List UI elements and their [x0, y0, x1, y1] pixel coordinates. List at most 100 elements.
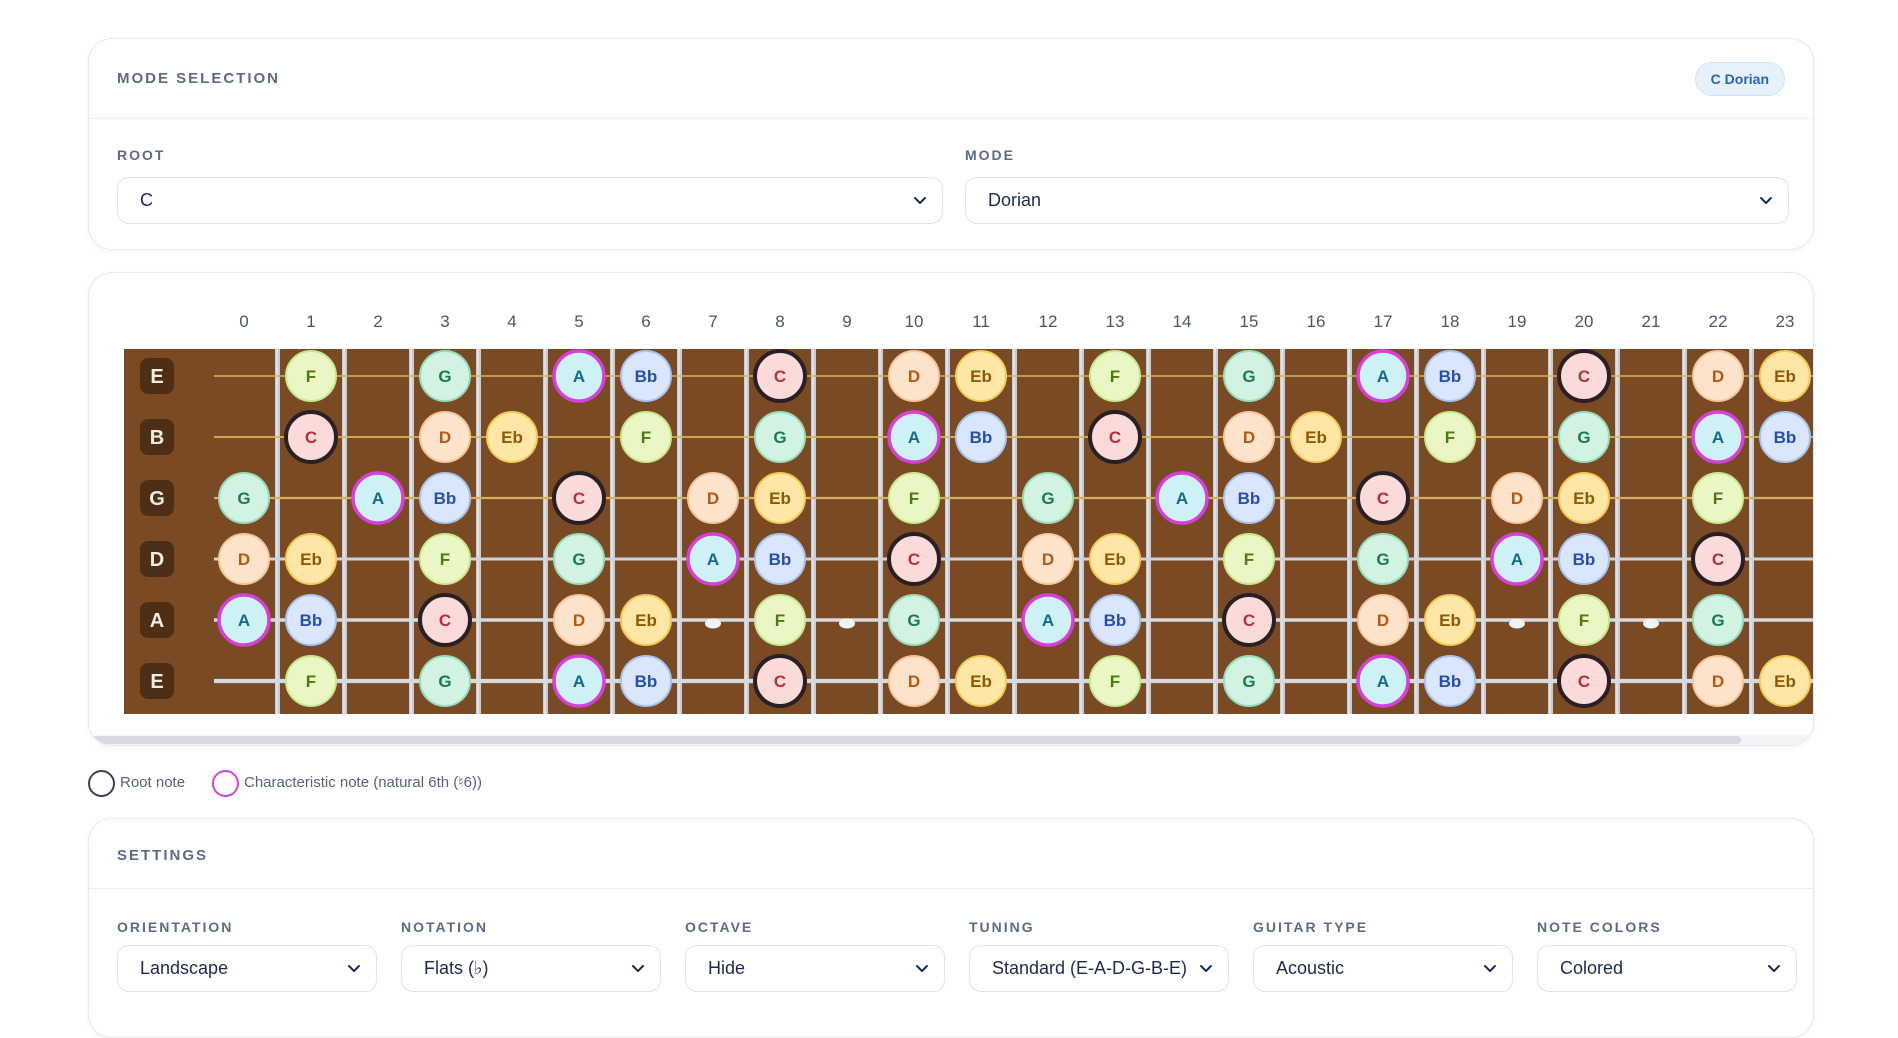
guitar-type-label: GUITAR TYPE — [1253, 919, 1369, 935]
fret-marker-dot — [1509, 618, 1525, 629]
note-label: Eb — [970, 672, 992, 691]
chevron-down-icon — [1200, 965, 1212, 972]
settings-title: SETTINGS — [117, 847, 209, 864]
note-label: D — [439, 428, 451, 447]
orientation-select-value: Landscape — [140, 958, 229, 978]
fretboard-string-label-column — [124, 349, 224, 714]
octave-select[interactable]: Hide — [685, 945, 945, 992]
notation-label: NOTATION — [401, 919, 489, 935]
note-label: C — [774, 367, 786, 386]
octave-label: OCTAVE — [685, 919, 754, 935]
fret-number: 10 — [905, 312, 924, 331]
fretboard-panel: 0 1 2 3 4 5 6 7 8 9 10 11 12 13 14 15 16 17 18 19 20 21 22 23 E B… — [88, 272, 1814, 746]
octave-select-value: Hide — [708, 958, 746, 978]
fret-number: 11 — [972, 312, 990, 331]
fret-number: 15 — [1240, 312, 1259, 331]
note-label: Eb — [1774, 672, 1796, 691]
mode-selection-panel: MODE SELECTION C Dorian ROOT C MODE Dori… — [88, 38, 1814, 250]
note-label: C — [573, 489, 585, 508]
settings-panel: SETTINGS ORIENTATION Landscape NOTATION Fla… — [88, 818, 1814, 1038]
note-label: C — [1109, 428, 1121, 447]
note-label: A — [1176, 489, 1188, 508]
tuning-label: TUNING — [969, 919, 1035, 935]
chevron-down-icon — [348, 965, 360, 972]
root-select[interactable]: C — [117, 177, 943, 224]
note-label: C — [1377, 489, 1389, 508]
note-label: Eb — [769, 489, 791, 508]
note-label: F — [306, 672, 316, 691]
string-label: A — [150, 610, 164, 632]
note-label: F — [1445, 428, 1455, 447]
tuning-select-value: Standard (E-A-D-G-B-E) — [992, 958, 1188, 978]
note-label: A — [238, 611, 250, 630]
note-label: D — [1511, 489, 1523, 508]
fret-number: 0 — [239, 312, 248, 331]
fret-number: 19 — [1508, 312, 1527, 331]
notation-select[interactable]: Flats (♭) — [401, 945, 661, 992]
note-label: Bb — [434, 489, 457, 508]
note-label: G — [438, 672, 451, 691]
fret-number: 2 — [373, 312, 382, 331]
note-label: F — [306, 367, 316, 386]
fret-number: 16 — [1307, 312, 1326, 331]
settings-header: SETTINGS — [89, 819, 1813, 889]
note-label: Bb — [300, 611, 323, 630]
note-label: Eb — [635, 611, 657, 630]
string-label: D — [150, 549, 164, 571]
fret-number: 21 — [1642, 312, 1661, 331]
guitar-type-select-value: Acoustic — [1276, 958, 1345, 978]
characteristic-ring-icon — [212, 770, 239, 797]
current-mode-badge: C Dorian — [1694, 62, 1785, 96]
note-label: A — [573, 672, 585, 691]
note-label: A — [1511, 550, 1523, 569]
note-label: C — [439, 611, 451, 630]
note-label: D — [1243, 428, 1255, 447]
mode-select[interactable]: Dorian — [965, 177, 1789, 224]
fret-marker-dot — [1643, 618, 1659, 629]
fret-number: 6 — [641, 312, 650, 331]
note-label: F — [1110, 367, 1120, 386]
chevron-down-icon — [914, 197, 926, 204]
fret-number: 23 — [1776, 312, 1795, 331]
note-label: F — [1244, 550, 1254, 569]
note-label: C — [1712, 550, 1724, 569]
fretboard-scrollbar[interactable] — [89, 735, 1813, 745]
note-label: D — [1712, 367, 1724, 386]
note-label: Bb — [1439, 672, 1462, 691]
note-label: Bb — [635, 367, 658, 386]
fret-number: 13 — [1106, 312, 1125, 331]
fret-number: 8 — [775, 312, 784, 331]
string-label: E — [150, 671, 163, 693]
note-label: G — [1711, 611, 1724, 630]
root-ring-icon — [88, 770, 115, 797]
note-label: Eb — [300, 550, 322, 569]
fret-number: 7 — [708, 312, 717, 331]
fret-number: 20 — [1575, 312, 1594, 331]
note-label: F — [641, 428, 651, 447]
mode-selection-title: MODE SELECTION — [117, 70, 281, 87]
fretboard-scrollbar-thumb[interactable] — [91, 736, 1741, 744]
note-label: D — [1042, 550, 1054, 569]
chevron-down-icon — [1484, 965, 1496, 972]
note-label: G — [1242, 672, 1255, 691]
guitar-type-select[interactable]: Acoustic — [1253, 945, 1513, 992]
note-label: A — [1377, 367, 1389, 386]
note-label: A — [1042, 611, 1054, 630]
note-colors-select[interactable]: Colored — [1537, 945, 1797, 992]
note-label: Eb — [1104, 550, 1126, 569]
note-label: Bb — [970, 428, 993, 447]
note-label: Bb — [1439, 367, 1462, 386]
fret-number: 1 — [306, 312, 315, 331]
mode-select-value: Dorian — [988, 190, 1042, 210]
note-label: D — [1712, 672, 1724, 691]
fret-number: 14 — [1173, 312, 1192, 331]
note-label: A — [1377, 672, 1389, 691]
fret-number: 3 — [440, 312, 449, 331]
root-select-value: C — [140, 190, 153, 210]
note-label: A — [573, 367, 585, 386]
fret-marker-dot — [839, 618, 855, 629]
legend-characteristic: Characteristic note (natural 6th (♮6)) — [212, 768, 632, 798]
orientation-select[interactable]: Landscape — [117, 945, 377, 992]
tuning-select[interactable]: Standard (E-A-D-G-B-E) — [969, 945, 1229, 992]
fret-number: 18 — [1441, 312, 1460, 331]
